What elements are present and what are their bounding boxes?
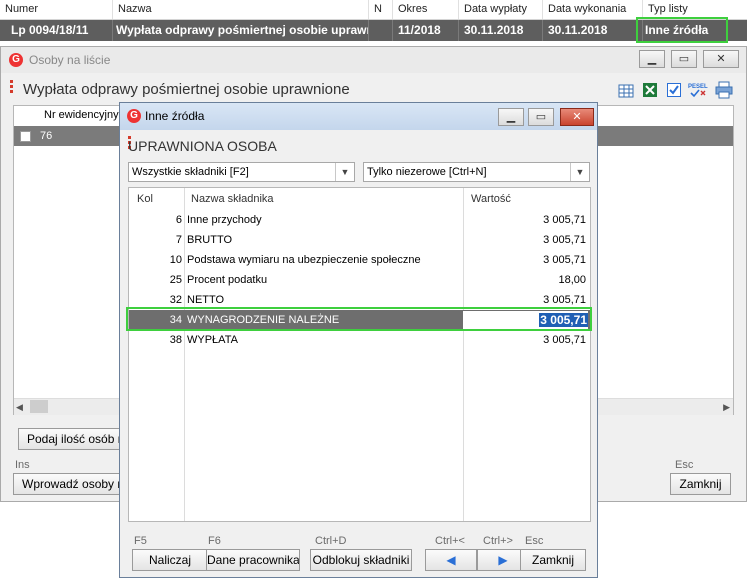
hint-ctrl-d: Ctrl+D xyxy=(315,535,347,547)
row-kol: 6 xyxy=(175,214,182,226)
col-numer[interactable]: Numer xyxy=(0,0,113,19)
row-nazwa-skladnika: Podstawa wymiaru na ubezpieczenie społec… xyxy=(187,254,421,266)
column-nazwa-skladnika[interactable]: Nazwa składnika xyxy=(191,188,274,210)
check-icon[interactable] xyxy=(666,82,682,98)
arrow-right-icon: ▶ xyxy=(498,553,508,567)
page-heading: Wypłata odprawy pośmiertnej osobie upraw… xyxy=(23,81,350,98)
print-icon[interactable] xyxy=(715,81,733,99)
hint-f5: F5 xyxy=(134,535,147,547)
row-kol: 10 xyxy=(169,254,182,266)
g-app-icon: G xyxy=(9,53,23,67)
odblokuj-skladniki-button[interactable]: Odblokuj składniki xyxy=(310,549,412,571)
niezerowe-filter-select[interactable]: Tylko niezerowe [Ctrl+N] ▼ xyxy=(363,162,590,182)
col-data-wykonania[interactable]: Data wykonania xyxy=(543,0,643,19)
dialog-close-button[interactable]: ✕ xyxy=(560,108,594,126)
highlight-selected-row xyxy=(126,307,592,331)
podaj-ilosc-button[interactable]: Podaj ilość osób na xyxy=(18,428,128,450)
scroll-left-icon[interactable]: ◀ xyxy=(16,402,23,413)
wprowadz-osoby-button[interactable]: Wprowadź osoby na xyxy=(13,473,128,495)
dialog-maximize-button[interactable]: ▭ xyxy=(528,108,554,126)
row-wartosc: 18,00 xyxy=(558,274,586,286)
titlebar: G Osoby na liście ▁ ▭ ✕ xyxy=(1,47,746,73)
row-kol: 25 xyxy=(169,274,182,286)
skladniki-filter-select[interactable]: Wszystkie składniki [F2] ▼ xyxy=(128,162,355,182)
pesel-icon[interactable]: PESEL xyxy=(688,81,708,99)
window-title: Osoby na liście xyxy=(29,53,111,67)
row-nazwa-skladnika: BRUTTO xyxy=(187,234,233,246)
column-kol[interactable]: Kol xyxy=(137,188,153,210)
dialog-zamknij-button[interactable]: Zamknij xyxy=(520,549,586,571)
highlight-typ-listy xyxy=(636,17,728,43)
column-nr-ewidencyjny[interactable]: Nr ewidencyjny xyxy=(44,109,119,121)
row-numer: Lp 0094/18/11 xyxy=(0,20,113,41)
table-row[interactable]: 7 BRUTTO 3 005,71 xyxy=(129,230,590,250)
hint-ctrl-prev: Ctrl+< xyxy=(435,535,465,547)
hint-ctrl-next: Ctrl+> xyxy=(483,535,513,547)
table-row[interactable]: 6 Inne przychody 3 005,71 xyxy=(129,210,590,230)
row-wartosc: 3 005,71 xyxy=(543,334,586,346)
chevron-down-icon[interactable]: ▼ xyxy=(335,163,354,181)
row-kol: 7 xyxy=(175,234,182,246)
row-nazwa: Wypłata odprawy pośmiertnej osobie upraw… xyxy=(113,20,369,41)
row-okres: 11/2018 xyxy=(393,20,459,41)
skladniki-grid: Kol Nazwa składnika Wartość 6 Inne przych… xyxy=(128,187,591,522)
top-list-row-selected[interactable]: Lp 0094/18/11 Wypłata odprawy pośmiertne… xyxy=(0,20,747,41)
dialog-title: Inne źródła xyxy=(145,109,205,123)
niezerowe-filter-value: Tylko niezerowe [Ctrl+N] xyxy=(367,166,487,178)
col-data-wyplaty[interactable]: Data wypłaty xyxy=(459,0,543,19)
row-nazwa-skladnika: WYPŁATA xyxy=(187,334,238,346)
excel-icon[interactable] xyxy=(642,82,658,98)
row-n xyxy=(369,20,393,41)
arrow-left-icon: ◀ xyxy=(446,553,456,567)
col-okres[interactable]: Okres xyxy=(393,0,459,19)
close-button[interactable]: ✕ xyxy=(703,50,739,68)
table-row[interactable]: 10 Podstawa wymiaru na ubezpieczenie społ… xyxy=(129,250,590,270)
row-wartosc: 3 005,71 xyxy=(543,214,586,226)
col-n[interactable]: N xyxy=(369,0,393,19)
hint-esc: Esc xyxy=(525,535,544,547)
top-list-header: Numer Nazwa N Okres Data wypłaty Data wy… xyxy=(0,0,747,20)
dialog-heading: UPRAWNIONA OSOBA xyxy=(128,138,277,154)
row-nazwa-skladnika: Inne przychody xyxy=(187,214,262,226)
row-wartosc: 3 005,71 xyxy=(543,234,586,246)
row-wartosc: 3 005,71 xyxy=(543,254,586,266)
row-nazwa-skladnika: Procent podatku xyxy=(187,274,268,286)
chevron-down-icon[interactable]: ▼ xyxy=(570,163,589,181)
scroll-thumb[interactable] xyxy=(30,400,48,413)
table-icon[interactable] xyxy=(618,83,634,99)
inne-zrodla-dialog: G Inne źródła ▁ ▭ ✕ UPRAWNIONA OSOBA Wsz… xyxy=(119,102,598,578)
dane-pracownika-button[interactable]: Dane pracownika xyxy=(206,549,300,571)
maximize-button[interactable]: ▭ xyxy=(671,50,697,68)
col-nazwa[interactable]: Nazwa xyxy=(113,0,369,19)
row-nr-ewidencyjny: 76 xyxy=(40,130,53,142)
column-wartosc[interactable]: Wartość xyxy=(471,188,511,210)
row-checkbox[interactable] xyxy=(20,131,31,142)
menu-dots-icon[interactable] xyxy=(10,80,13,95)
svg-text:PESEL: PESEL xyxy=(688,84,708,90)
dialog-minimize-button[interactable]: ▁ xyxy=(498,108,524,126)
hint-ins: Ins xyxy=(15,459,30,471)
zamknij-button[interactable]: Zamknij xyxy=(670,473,731,495)
naliczaj-button[interactable]: Naliczaj xyxy=(132,549,208,571)
row-data-wyplaty: 30.11.2018 xyxy=(459,20,543,41)
skladniki-filter-value: Wszystkie składniki [F2] xyxy=(132,166,249,178)
previous-button[interactable]: ◀ xyxy=(425,549,477,571)
dialog-titlebar: G Inne źródła ▁ ▭ ✕ xyxy=(120,103,597,130)
table-row[interactable]: 38 WYPŁATA 3 005,71 xyxy=(129,330,590,350)
scroll-right-icon[interactable]: ▶ xyxy=(723,402,730,413)
minimize-button[interactable]: ▁ xyxy=(639,50,665,68)
hint-esc: Esc xyxy=(675,459,694,471)
table-row[interactable]: 25 Procent podatku 18,00 xyxy=(129,270,590,290)
row-data-wykonania: 30.11.2018 xyxy=(543,20,643,41)
row-kol: 38 xyxy=(169,334,182,346)
g-app-icon: G xyxy=(127,109,141,123)
hint-f6: F6 xyxy=(208,535,221,547)
